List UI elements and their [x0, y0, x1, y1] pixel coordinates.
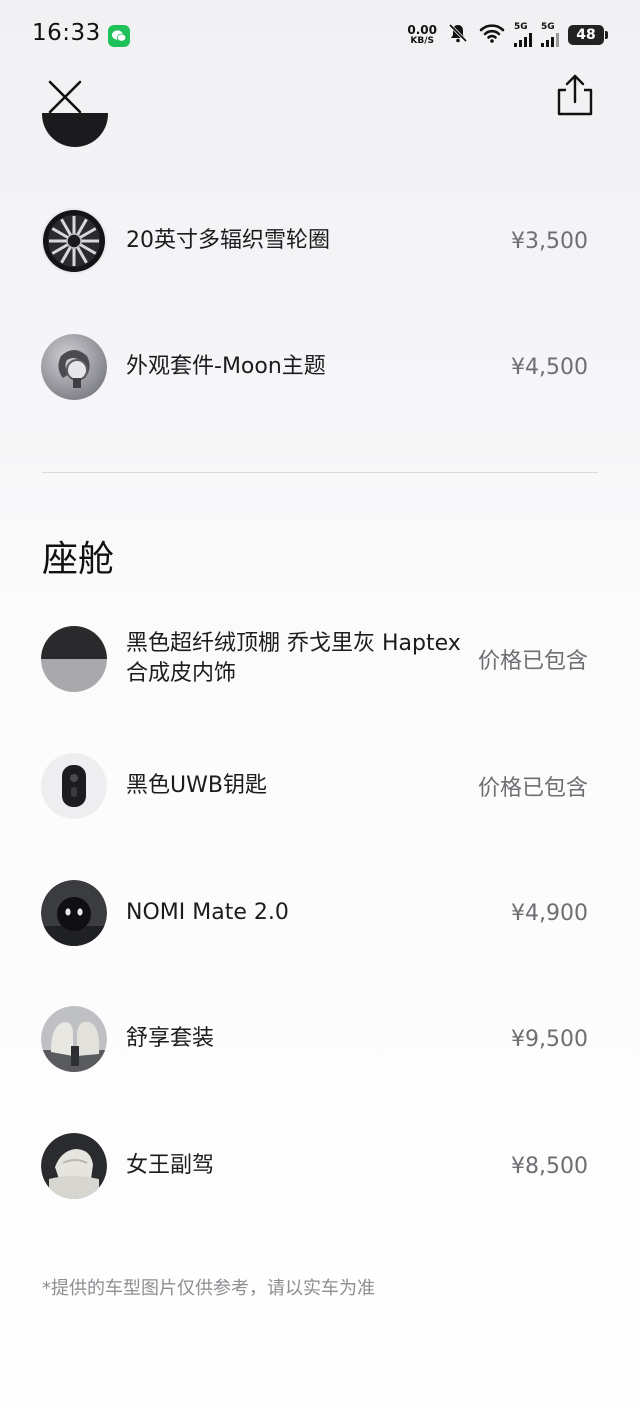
option-name: 黑色UWB钥匙 [126, 773, 267, 798]
disclaimer-text: *提供的车型图片仅供参考，请以实车为准 [42, 1278, 375, 1299]
option-row-exterior-kit[interactable]: 外观套件-Moon主题 ¥4,500 [0, 334, 640, 424]
option-row-wheel[interactable]: 20英寸多辐织雪轮圈 ¥3,500 [0, 208, 640, 298]
exterior-kit-thumbnail [41, 334, 107, 400]
wifi-icon [479, 22, 505, 48]
option-price: ¥4,500 [511, 354, 588, 380]
option-price: ¥3,500 [511, 228, 588, 254]
option-name: 黑色超纤绒顶棚 乔戈里灰 Haptex合成皮内饰 [126, 631, 461, 686]
option-price: 价格已包含 [477, 649, 588, 674]
signal-label: 5G [514, 22, 528, 32]
section-divider [42, 472, 598, 473]
option-name: 外观套件-Moon主题 [126, 354, 326, 379]
close-icon [48, 80, 82, 114]
uwb-key-thumbnail [41, 753, 107, 819]
net-speed-value: 0.00 [407, 23, 437, 37]
status-time: 16:33 [32, 20, 101, 46]
mute-bell-icon [446, 21, 470, 49]
option-price: ¥4,900 [511, 900, 588, 926]
option-name: 女王副驾 [126, 1153, 215, 1178]
net-speed: 0.00 KB/S [407, 24, 437, 46]
comfort-package-thumbnail [41, 1006, 107, 1072]
close-button[interactable] [44, 76, 86, 118]
section-title-cabin: 座舱 [42, 539, 115, 580]
status-bar: 16:33 0.00 KB/S 5G 5G 48 [0, 0, 640, 70]
option-row-uwb-key[interactable]: 黑色UWB钥匙 价格已包含 [0, 753, 640, 843]
option-price: ¥8,500 [511, 1153, 588, 1179]
signal-icon: 5G [514, 23, 532, 47]
net-speed-unit: KB/S [410, 36, 434, 46]
status-indicators: 0.00 KB/S 5G 5G 48 [407, 20, 608, 50]
option-price: ¥9,500 [511, 1026, 588, 1052]
share-button[interactable] [554, 72, 596, 118]
nomi-mate-thumbnail [41, 880, 107, 946]
wechat-icon [108, 25, 130, 47]
option-name: 20英寸多辐织雪轮圈 [126, 228, 330, 253]
option-row-nomi-mate[interactable]: NOMI Mate 2.0 ¥4,900 [0, 880, 640, 970]
option-price: 价格已包含 [477, 776, 588, 801]
share-icon [557, 74, 593, 116]
battery-level: 48 [576, 27, 596, 43]
partial-option-thumbnail [42, 113, 108, 147]
battery-icon: 48 [568, 25, 608, 45]
option-name: 舒享套装 [126, 1026, 215, 1051]
option-row-queen-seat[interactable]: 女王副驾 ¥8,500 [0, 1133, 640, 1223]
signal-label: 5G [541, 22, 555, 32]
interior-color-thumbnail [41, 626, 107, 692]
signal-icon: 5G [541, 23, 559, 47]
queen-seat-thumbnail [41, 1133, 107, 1199]
wheel-rim-thumbnail [41, 208, 107, 274]
option-name: NOMI Mate 2.0 [126, 900, 289, 925]
option-row-comfort-package[interactable]: 舒享套装 ¥9,500 [0, 1006, 640, 1096]
option-row-interior[interactable]: 黑色超纤绒顶棚 乔戈里灰 Haptex合成皮内饰 价格已包含 [0, 626, 640, 716]
